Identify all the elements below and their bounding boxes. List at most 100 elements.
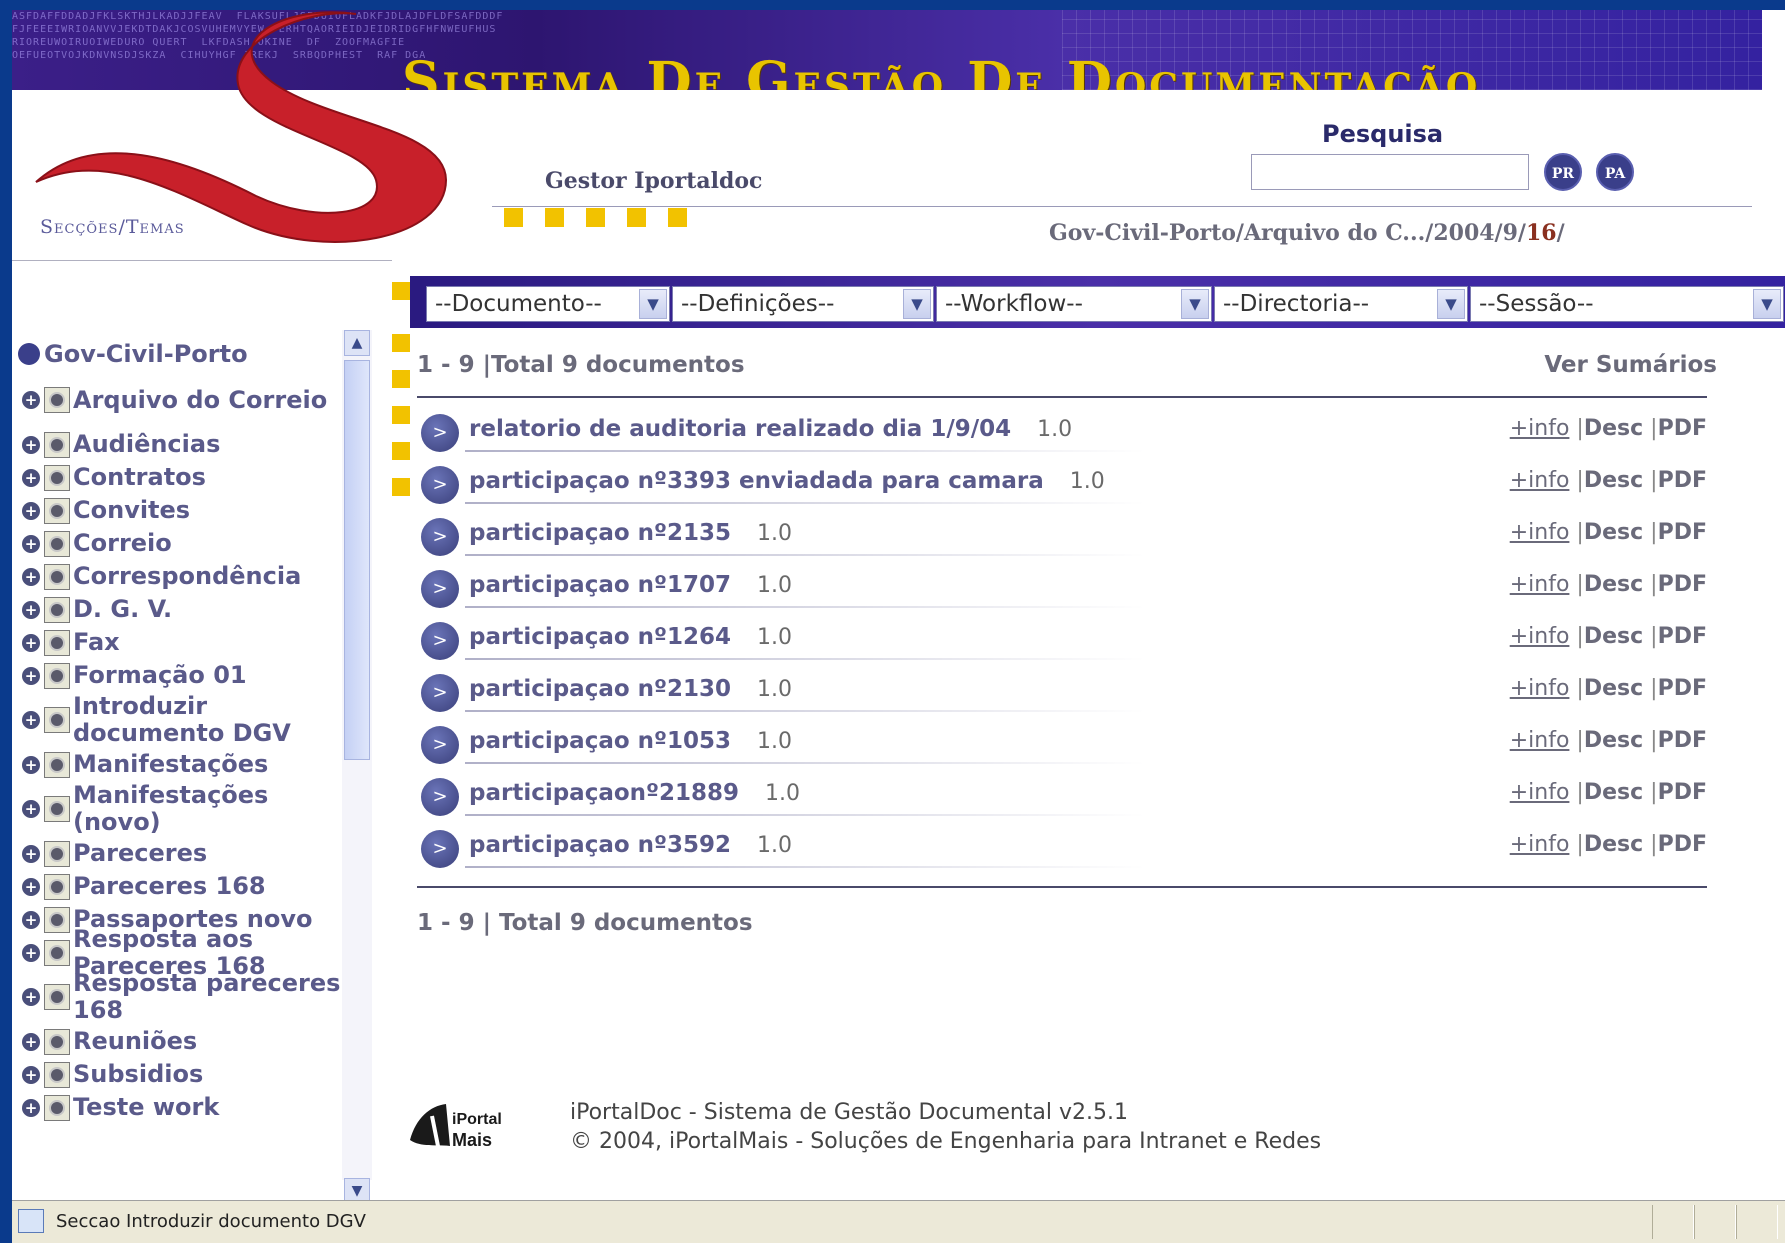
sidebar-item[interactable]: + Fax	[22, 626, 352, 659]
desc-link[interactable]: Desc	[1584, 624, 1643, 649]
document-title-text[interactable]: participaçao nº2130	[469, 676, 731, 702]
menu-sessao[interactable]: --Sessão-- ▼	[1470, 286, 1784, 322]
sidebar-item[interactable]: + Correspondência	[22, 560, 352, 593]
search-pr-button[interactable]: PR	[1544, 153, 1582, 191]
open-document-icon[interactable]: >	[421, 726, 459, 764]
document-title[interactable]: participaçao nº2135 1.0	[469, 520, 792, 546]
document-title[interactable]: participaçao nº3393 enviadada para camar…	[469, 468, 1105, 494]
sidebar-item[interactable]: + Audiências	[22, 428, 352, 461]
pdf-link[interactable]: PDF	[1658, 832, 1707, 857]
info-link[interactable]: +info	[1510, 728, 1570, 753]
expand-icon[interactable]: +	[22, 534, 40, 553]
open-document-icon[interactable]: >	[421, 778, 459, 816]
open-document-icon[interactable]: >	[421, 674, 459, 712]
desc-link[interactable]: Desc	[1584, 468, 1643, 493]
sidebar-scrollbar[interactable]: ▲ ▼	[342, 330, 372, 1200]
document-title[interactable]: participaçao nº3592 1.0	[469, 832, 792, 858]
desc-link[interactable]: Desc	[1584, 520, 1643, 545]
pdf-link[interactable]: PDF	[1658, 624, 1707, 649]
sidebar-item[interactable]: + Subsidios	[22, 1058, 352, 1091]
pdf-link[interactable]: PDF	[1658, 780, 1707, 805]
desc-link[interactable]: Desc	[1584, 780, 1643, 805]
sidebar-item[interactable]: + Resposta pareceres 168	[22, 969, 352, 1025]
document-title-text[interactable]: participaçao nº3592	[469, 832, 731, 858]
info-link[interactable]: +info	[1510, 676, 1570, 701]
document-title[interactable]: relatorio de auditoria realizado dia 1/9…	[469, 416, 1072, 442]
expand-icon[interactable]: +	[22, 711, 40, 729]
document-title-text[interactable]: participaçao nº3393 enviadada para camar…	[469, 468, 1044, 494]
document-title-text[interactable]: participaçaonº21889	[469, 780, 739, 806]
open-document-icon[interactable]: >	[421, 466, 459, 504]
document-title[interactable]: participaçao nº1053 1.0	[469, 728, 792, 754]
scroll-down-icon[interactable]: ▼	[344, 1178, 370, 1200]
menu-documento[interactable]: --Documento-- ▼	[426, 286, 670, 322]
document-title[interactable]: participaçao nº1264 1.0	[469, 624, 792, 650]
expand-icon[interactable]: +	[22, 1032, 40, 1051]
chevron-down-icon[interactable]: ▼	[903, 289, 931, 319]
chevron-down-icon[interactable]: ▼	[1437, 289, 1465, 319]
document-title[interactable]: participaçao nº1707 1.0	[469, 572, 792, 598]
info-link[interactable]: +info	[1510, 832, 1570, 857]
sidebar-item[interactable]: + Convites	[22, 494, 352, 527]
desc-link[interactable]: Desc	[1584, 676, 1643, 701]
expand-icon[interactable]: +	[22, 844, 40, 863]
chevron-down-icon[interactable]: ▼	[1181, 289, 1209, 319]
info-link[interactable]: +info	[1510, 520, 1570, 545]
open-document-icon[interactable]: >	[421, 570, 459, 608]
sidebar-item[interactable]: + D. G. V.	[22, 593, 352, 626]
expand-icon[interactable]: +	[22, 800, 40, 818]
sidebar-item[interactable]: + Teste work	[22, 1091, 352, 1124]
sidebar-item[interactable]: + Manifestações	[22, 748, 352, 781]
expand-icon[interactable]: +	[22, 755, 40, 774]
expand-icon[interactable]: +	[22, 943, 40, 962]
pdf-link[interactable]: PDF	[1658, 520, 1707, 545]
search-input[interactable]	[1251, 154, 1529, 190]
breadcrumb-current[interactable]: 16	[1526, 220, 1557, 246]
sidebar-item[interactable]: + Resposta aos Pareceres 168	[22, 925, 352, 979]
tree-root[interactable]: Gov-Civil-Porto	[18, 340, 248, 368]
menu-directoria[interactable]: --Directoria-- ▼	[1214, 286, 1468, 322]
open-document-icon[interactable]: >	[421, 830, 459, 868]
document-title[interactable]: participaçaonº21889 1.0	[469, 780, 800, 806]
sidebar-item[interactable]: + Pareceres	[22, 837, 352, 870]
expand-icon[interactable]: +	[22, 600, 40, 619]
sidebar-item[interactable]: + Formação 01	[22, 659, 352, 692]
expand-icon[interactable]: +	[22, 567, 40, 586]
desc-link[interactable]: Desc	[1584, 728, 1643, 753]
scroll-thumb[interactable]	[344, 360, 370, 760]
open-document-icon[interactable]: >	[421, 518, 459, 556]
sidebar-item[interactable]: + Contratos	[22, 461, 352, 494]
document-title-text[interactable]: participaçao nº1707	[469, 572, 731, 598]
expand-icon[interactable]: +	[22, 468, 40, 487]
ver-sumarios-link[interactable]: Ver Sumários	[1544, 352, 1717, 378]
desc-link[interactable]: Desc	[1584, 416, 1643, 441]
breadcrumb-path[interactable]: Gov-Civil-Porto/Arquivo do C.../2004/9/	[1049, 220, 1526, 246]
menu-definicoes[interactable]: --Definições-- ▼	[672, 286, 934, 322]
expand-icon[interactable]: +	[22, 501, 40, 520]
document-title[interactable]: participaçao nº2130 1.0	[469, 676, 792, 702]
scroll-up-icon[interactable]: ▲	[344, 330, 370, 356]
desc-link[interactable]: Desc	[1584, 832, 1643, 857]
search-pa-button[interactable]: PA	[1596, 153, 1634, 191]
pdf-link[interactable]: PDF	[1658, 728, 1707, 753]
open-document-icon[interactable]: >	[421, 414, 459, 452]
info-link[interactable]: +info	[1510, 468, 1570, 493]
expand-icon[interactable]: +	[22, 1098, 40, 1117]
open-document-icon[interactable]: >	[421, 622, 459, 660]
expand-icon[interactable]: +	[22, 988, 40, 1006]
pdf-link[interactable]: PDF	[1658, 572, 1707, 597]
sidebar-item[interactable]: + Pareceres 168	[22, 870, 352, 903]
document-title-text[interactable]: participaçao nº1053	[469, 728, 731, 754]
expand-icon[interactable]: +	[22, 435, 40, 454]
pdf-link[interactable]: PDF	[1658, 416, 1707, 441]
chevron-down-icon[interactable]: ▼	[639, 289, 667, 319]
sidebar-item[interactable]: + Correio	[22, 527, 352, 560]
expand-icon[interactable]: +	[22, 633, 40, 652]
document-title-text[interactable]: participaçao nº1264	[469, 624, 731, 650]
desc-link[interactable]: Desc	[1584, 572, 1643, 597]
document-title-text[interactable]: participaçao nº2135	[469, 520, 731, 546]
expand-icon[interactable]: +	[22, 1065, 40, 1084]
expand-icon[interactable]: +	[22, 877, 40, 896]
chevron-down-icon[interactable]: ▼	[1753, 289, 1781, 319]
expand-icon[interactable]: +	[22, 666, 40, 685]
